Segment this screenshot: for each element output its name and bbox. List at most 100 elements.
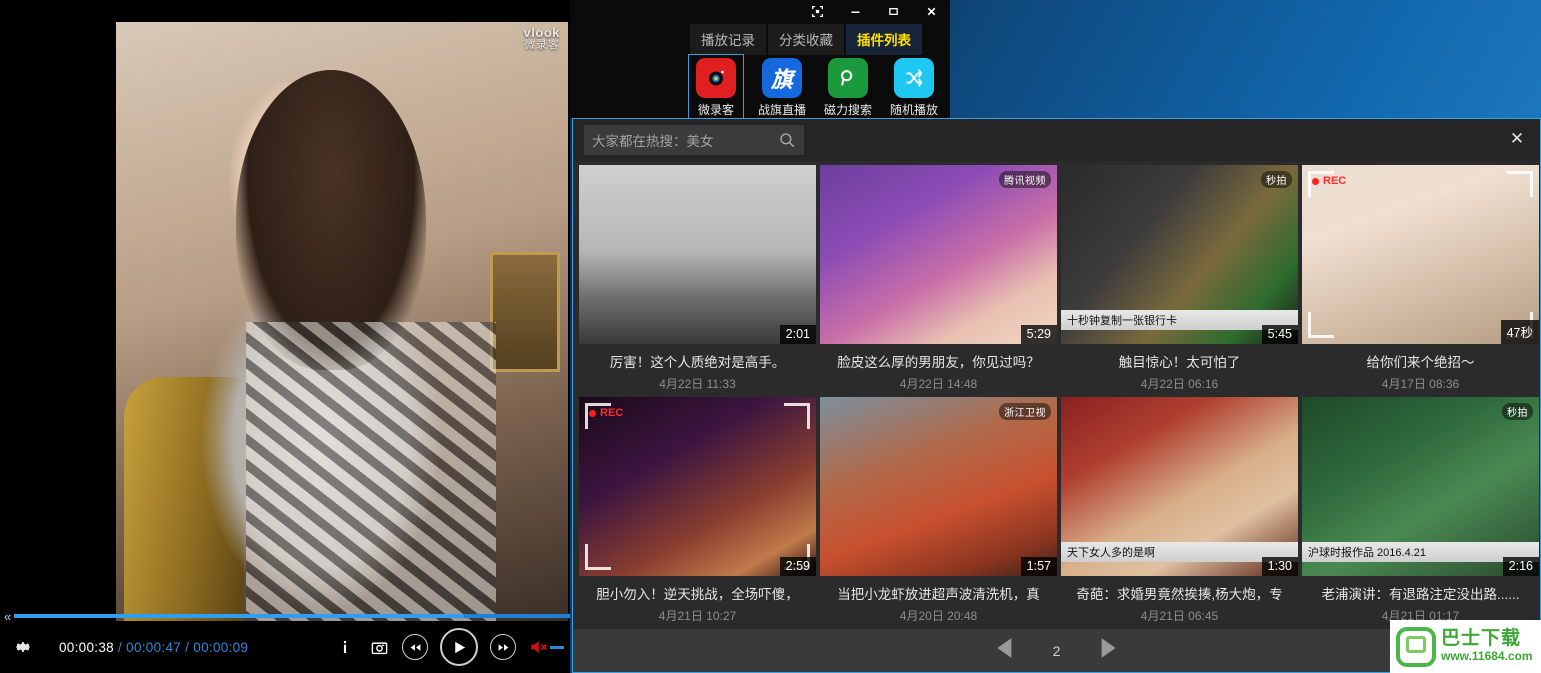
plugin-label-vlook: 微录客 (697, 103, 734, 117)
restore-window-button[interactable] (798, 0, 836, 22)
channel-logo-badge: 浙江卫视 (999, 403, 1051, 420)
video-card[interactable]: REC 47秒给你们来个绝招～ 4月17日 08:36 (1302, 165, 1539, 395)
next-page-button[interactable] (1094, 635, 1120, 666)
browser-toolbar: 大家都在热搜：美女 ✕ (573, 119, 1540, 161)
bus-download-logo-icon (1396, 626, 1436, 667)
maximize-button[interactable] (874, 0, 912, 22)
video-card[interactable]: 天下女人多的是啊 1:30 奇葩：求婚男竟然挨揍,杨大炮，专 4月21日 06:45 (1061, 397, 1298, 627)
video-thumbnail[interactable]: 腾讯视频 5:29 (820, 165, 1057, 344)
video-duration-badge: 1:57 (1020, 557, 1057, 576)
video-date: 4月22日 14:48 (899, 377, 978, 391)
rec-badge: REC (1312, 175, 1346, 187)
time-separator-1: / (118, 639, 123, 655)
video-title: 给你们来个绝招～ (1366, 355, 1475, 370)
video-card[interactable]: 秒拍 十秒钟复制一张银行卡 5:45 触目惊心！太可怕了 4月22日 06:16 (1061, 165, 1298, 395)
thumbnail-art (1302, 165, 1539, 344)
settings-gear-icon[interactable] (13, 637, 33, 657)
progress-scrubber[interactable] (14, 614, 570, 618)
video-duration-badge: 5:45 (1261, 325, 1298, 344)
close-button[interactable] (912, 0, 950, 22)
tab-category-favorites[interactable]: 分类收藏 (768, 24, 844, 55)
minimize-button[interactable] (836, 0, 874, 22)
video-date: 4月22日 06:16 (1140, 377, 1219, 391)
time-display: 00:00:38 / 00:00:47 / 00:00:09 (59, 640, 248, 655)
player-controls: 00:00:38 / 00:00:47 / 00:00:09 (0, 621, 570, 673)
video-card[interactable]: 秒拍 沪球时报作品 2016.4.21 2:16 老浦演讲：有退路注定没出路.....… (1302, 397, 1539, 627)
tab-plugin-list[interactable]: 插件列表 (846, 24, 922, 55)
video-duration-badge: 2:16 (1502, 557, 1539, 576)
video-thumbnail[interactable]: 秒拍 沪球时报作品 2016.4.21 2:16 (1302, 397, 1539, 576)
search-icon[interactable] (778, 131, 796, 149)
video-date: 4月20日 20:48 (899, 609, 978, 623)
video-date: 4月21日 10:27 (658, 609, 737, 623)
video-scene-picture-frame (490, 252, 560, 372)
video-thumbnail[interactable]: 2:01 (579, 165, 816, 344)
watermark-en: vlook (523, 25, 560, 40)
video-title: 当把小龙虾放进超声波清洗机，真 (837, 587, 1040, 602)
video-player: vlook 微录客 « 00:00:38 / 00:00:47 / 00:00:… (0, 0, 570, 673)
current-page-number: 2 (1052, 642, 1061, 659)
vlook-icon (696, 58, 736, 98)
browser-close-button[interactable]: ✕ (1506, 128, 1528, 150)
player-watermark: vlook 微录客 (524, 26, 560, 51)
tab-play-history[interactable]: 播放记录 (690, 24, 766, 55)
video-title: 奇葩：求婚男竟然挨揍,杨大炮，专 (1076, 587, 1283, 602)
download-watermark-text: 巴士下载 www.11684.com (1441, 629, 1533, 663)
video-duration-badge: 47秒 (1500, 320, 1539, 344)
plugin-item-zhanqi-live[interactable]: 旗 战旗直播 (754, 54, 810, 121)
thumbnail-art (820, 397, 1057, 576)
screen-root: vlook 微录客 « 00:00:38 / 00:00:47 / 00:00:… (0, 0, 1541, 673)
video-thumbnail[interactable]: 秒拍 十秒钟复制一张银行卡 5:45 (1061, 165, 1298, 344)
time-total: 00:00:47 (126, 639, 182, 655)
progress-row: « (0, 610, 570, 623)
video-browser-panel: 大家都在热搜：美女 ✕ 2:01 厉害！这个人质绝对是高手。 4月22日 11:33… (572, 118, 1541, 673)
volume-slider[interactable] (550, 645, 564, 649)
time-remaining: 00:00:09 (193, 639, 249, 655)
video-thumbnail[interactable]: REC 47秒 (1302, 165, 1539, 344)
rec-corner-icon (585, 544, 611, 570)
plugin-label-random-play: 随机播放 (889, 103, 938, 117)
video-title: 脸皮这么厚的男朋友，你见过吗？ (837, 355, 1040, 370)
thumbnail-art (820, 165, 1057, 344)
rec-corner-icon (784, 403, 810, 429)
video-card[interactable]: 腾讯视频 5:29 脸皮这么厚的男朋友，你见过吗？ 4月22日 14:48 (820, 165, 1057, 395)
plugin-item-random-play[interactable]: 随机播放 (886, 54, 942, 121)
rec-badge: REC (589, 407, 623, 419)
video-date: 4月17日 08:36 (1381, 377, 1460, 391)
thumbnail-art (579, 165, 816, 344)
mute-toggle[interactable] (528, 637, 564, 657)
video-duration-badge: 5:29 (1020, 325, 1057, 344)
player-control-buttons (334, 628, 570, 666)
play-button[interactable] (440, 628, 478, 666)
info-icon[interactable] (334, 636, 356, 658)
thumbnail-art (579, 397, 816, 576)
video-card[interactable]: 浙江卫视 1:57 当把小龙虾放进超声波清洗机，真 4月20日 20:48 (820, 397, 1057, 627)
rec-dot-icon (589, 409, 596, 417)
plugin-item-vlook[interactable]: 微录客 (688, 54, 744, 121)
plugin-item-magnet-search[interactable]: 磁力搜索 (820, 54, 876, 121)
magnet-search-icon (828, 58, 868, 98)
window-controls (798, 0, 950, 22)
video-thumbnail[interactable]: 浙江卫视 1:57 (820, 397, 1057, 576)
download-site-name: 巴士下载 (1441, 628, 1522, 650)
download-site-watermark: 巴士下载 www.11684.com (1390, 620, 1541, 673)
plugin-label-zhanqi-live: 战旗直播 (757, 103, 806, 117)
zhanqi-icon: 旗 (762, 58, 802, 98)
snapshot-camera-icon[interactable] (368, 636, 390, 658)
prev-page-button[interactable] (993, 635, 1019, 666)
video-card[interactable]: 2:01 厉害！这个人质绝对是高手。 4月22日 11:33 (579, 165, 816, 395)
video-card[interactable]: REC 2:59 胆小勿入！逆天挑战，全场吓傻， 4月21日 10:27 (579, 397, 816, 627)
video-surface[interactable]: vlook 微录客 (116, 22, 568, 622)
channel-logo-badge: 秒拍 (1502, 403, 1533, 420)
video-title: 触目惊心！太可怕了 (1118, 355, 1241, 370)
search-input[interactable]: 大家都在热搜：美女 (584, 125, 804, 155)
fast-forward-button[interactable] (490, 634, 516, 660)
video-duration-badge: 2:01 (779, 325, 816, 344)
channel-logo-badge: 秒拍 (1261, 171, 1292, 188)
rec-corner-icon (1308, 312, 1334, 338)
video-thumbnail[interactable]: 天下女人多的是啊 1:30 (1061, 397, 1298, 576)
time-separator-2: / (185, 639, 190, 655)
video-thumbnail[interactable]: REC 2:59 (579, 397, 816, 576)
shuffle-icon (894, 58, 934, 98)
rewind-button[interactable] (402, 634, 428, 660)
